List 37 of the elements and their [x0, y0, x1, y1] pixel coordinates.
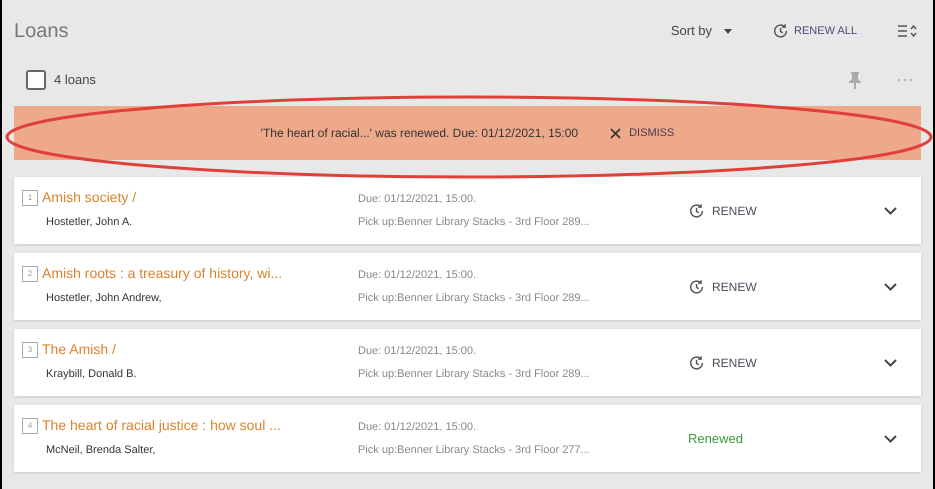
item-number: 4 [22, 418, 38, 434]
item-number: 2 [22, 266, 38, 282]
loan-author: Kraybill, Donald B. [46, 367, 138, 382]
renew-icon [688, 354, 706, 372]
chevron-down-icon[interactable] [884, 206, 897, 214]
sort-list-icon[interactable] [897, 23, 917, 39]
pickup-location: Pick up:Benner Library Stacks - 3rd Floor 289... [358, 291, 591, 306]
chevron-down-icon[interactable] [884, 358, 897, 366]
renew-button[interactable]: RENEW [688, 202, 757, 220]
due-date: Due: 01/12/2021, 15:00. [358, 268, 478, 282]
renew-icon [688, 278, 706, 296]
renew-button[interactable]: RENEW [688, 278, 757, 296]
pickup-location: Pick up:Benner Library Stacks - 3rd Floor 289... [358, 367, 591, 382]
pickup-location: Pick up:Benner Library Stacks - 3rd Floor 289... [358, 215, 591, 230]
renewed-status: Renewed [688, 430, 743, 446]
item-number: 1 [22, 190, 38, 206]
loan-author: McNeil, Brenda Salter, [46, 443, 156, 458]
sort-by-dropdown[interactable]: Sort by [670, 21, 732, 41]
loan-count: 4 loans [54, 71, 96, 90]
chevron-down-icon[interactable] [884, 434, 897, 442]
due-date: Due: 01/12/2021, 15:00. [358, 420, 478, 434]
caret-icon [724, 28, 732, 34]
close-icon [610, 128, 622, 138]
due-date: Due: 01/12/2021, 15:00. [358, 192, 478, 206]
renew-icon [688, 202, 706, 220]
due-date: Due: 01/12/2021, 15:00. [358, 344, 478, 358]
page-title: Loans [14, 19, 68, 44]
pickup-location: Pick up:Benner Library Stacks - 3rd Floor 277... [358, 443, 591, 458]
loan-author: Hostetler, John A. [46, 215, 134, 230]
chevron-down-icon[interactable] [884, 282, 897, 290]
item-number: 3 [22, 342, 38, 358]
dismiss-button[interactable]: DISMISS [610, 124, 674, 142]
select-all-checkbox[interactable] [26, 70, 46, 90]
renew-button[interactable]: RENEW [688, 354, 757, 372]
banner-message: 'The heart of racial...' was renewed. Due: 01/12/2021, 15:00 [260, 125, 578, 142]
loan-author: Hostetler, John Andrew, [46, 291, 163, 306]
renew-all-button[interactable]: RENEW ALL [772, 22, 857, 40]
